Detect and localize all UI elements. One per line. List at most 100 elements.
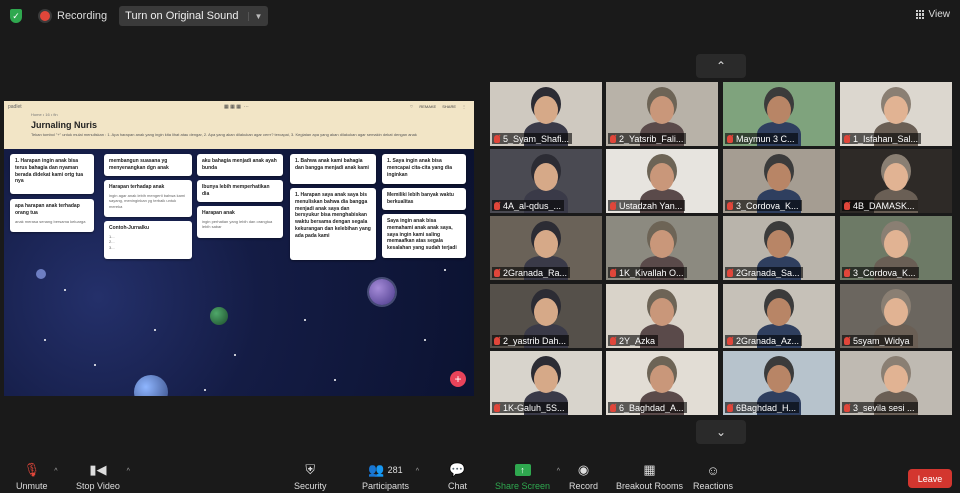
participant-name: Ustadzah Yan... bbox=[608, 200, 686, 211]
padlet-card[interactable]: Saya ingin anak bisa memahami anak anak … bbox=[382, 214, 466, 258]
video-tile[interactable]: 5syam_Widya bbox=[840, 284, 952, 348]
avatar bbox=[767, 230, 791, 258]
padlet-card[interactable]: membangun suasana yg menyenangkan dgn an… bbox=[104, 154, 192, 176]
avatar bbox=[884, 298, 908, 326]
record-button[interactable]: ◉ Record bbox=[569, 462, 598, 491]
unmute-label: Unmute bbox=[16, 481, 48, 491]
unmute-button[interactable]: 🎙 Unmute ^ bbox=[16, 462, 58, 491]
video-tile[interactable]: 5_Syam_Shafi... bbox=[490, 82, 602, 146]
planet-icon bbox=[36, 269, 46, 279]
avatar bbox=[884, 230, 908, 258]
breakout-rooms-button[interactable]: ▦ Breakout Rooms bbox=[616, 462, 683, 491]
breakout-rooms-icon: ▦ bbox=[643, 462, 656, 477]
shield-icon[interactable]: ✓ bbox=[10, 9, 22, 23]
video-tile[interactable]: 3_Cordova_K... bbox=[723, 149, 835, 213]
share-button[interactable]: SHARE bbox=[442, 104, 456, 109]
padlet-card[interactable]: 1. Bahwa anak kami bahagia dan bangga me… bbox=[290, 154, 376, 184]
chevron-down-icon: ⌄ bbox=[715, 425, 727, 439]
padlet-card[interactable]: Memiliki lebih banyak waktu berkualitas bbox=[382, 188, 466, 210]
participant-name: 4A_al-qdus_... bbox=[492, 200, 565, 211]
chevron-up-icon[interactable]: ^ bbox=[54, 468, 57, 475]
more-icon[interactable]: ⋮ bbox=[462, 104, 466, 109]
video-tile[interactable]: 2Granada_Ra... bbox=[490, 216, 602, 280]
participant-name: Maymun 3 C... bbox=[725, 133, 798, 144]
padlet-card[interactable]: 1. Harapan ingin anak bisa terus bahagia… bbox=[10, 154, 94, 194]
avatar bbox=[884, 96, 908, 124]
padlet-card[interactable]: Harapan anak ingin perhatian yang lebih … bbox=[197, 206, 283, 238]
video-tile[interactable]: 2Y_Azka bbox=[606, 284, 718, 348]
leave-button[interactable]: Leave bbox=[908, 469, 952, 488]
recording-label: Recording bbox=[57, 10, 108, 22]
chevron-up-icon[interactable]: ^ bbox=[127, 468, 130, 475]
padlet-card[interactable]: 1. Harapan saya anak saya bis menuliskan… bbox=[290, 188, 376, 260]
reactions-icon: ☺ bbox=[706, 462, 720, 478]
participant-name: 5_Syam_Shafi... bbox=[492, 133, 573, 144]
video-tile[interactable]: 1K_Kivallah O... bbox=[606, 216, 718, 280]
padlet-card[interactable]: apa harapan anak terhadap orang tua anak… bbox=[10, 199, 94, 232]
padlet-card[interactable]: Contoh-Jurnalku 1... 2... 3... bbox=[104, 221, 192, 259]
gallery-up-button[interactable]: ⌃ bbox=[696, 54, 746, 78]
board-actions[interactable]: ♡ REMAKE SHARE ⋮ bbox=[410, 104, 466, 109]
mic-muted-icon bbox=[610, 134, 616, 143]
video-tile[interactable]: 4B_DAMASK... bbox=[840, 149, 952, 213]
avatar bbox=[767, 298, 791, 326]
mic-muted-icon bbox=[844, 336, 850, 345]
participants-label: Participants bbox=[362, 481, 410, 491]
board-tools[interactable]: ▦ ▦ ▦ ⋯ bbox=[224, 104, 249, 110]
chevron-down-icon[interactable]: ▼ bbox=[248, 11, 262, 21]
top-bar: ✓ Recording Turn on Original Sound ▼ Vie… bbox=[0, 0, 960, 32]
mic-muted-icon bbox=[610, 403, 616, 412]
video-tile[interactable]: 2Granada_Sa... bbox=[723, 216, 835, 280]
security-button[interactable]: ⛨ Security bbox=[294, 462, 327, 491]
add-post-button[interactable]: + bbox=[450, 371, 466, 387]
shared-screen[interactable]: padlet Home • 16 • fin Jurnaling Nuris T… bbox=[4, 101, 474, 396]
video-tile[interactable]: Ustadzah Yan... bbox=[606, 149, 718, 213]
mic-muted-icon bbox=[494, 336, 500, 345]
heart-icon[interactable]: ♡ bbox=[410, 104, 414, 109]
video-tile[interactable]: 1K-Galuh_5S... bbox=[490, 351, 602, 415]
participant-name: 3_Cordova_K... bbox=[842, 267, 919, 278]
video-tile[interactable]: 4A_al-qdus_... bbox=[490, 149, 602, 213]
planet-icon bbox=[210, 307, 228, 325]
padlet-card[interactable]: 1. Saya ingin anak bisa mencapai cita-ci… bbox=[382, 154, 466, 184]
reactions-button[interactable]: ☺ Reactions bbox=[693, 462, 734, 492]
video-tile[interactable]: 2_yastrib Dah... bbox=[490, 284, 602, 348]
recording-icon bbox=[38, 9, 52, 23]
view-button[interactable]: View bbox=[915, 9, 950, 20]
padlet-card[interactable]: aku bahagia menjadi anak ayah bunda bbox=[197, 154, 283, 176]
original-sound-button[interactable]: Turn on Original Sound ▼ bbox=[119, 6, 269, 26]
video-tile[interactable]: 6_Baghdad_A... bbox=[606, 351, 718, 415]
video-tile[interactable]: 3_sevila sesi ... bbox=[840, 351, 952, 415]
padlet-card[interactable]: Harapan terhadap anak ingin agar anak le… bbox=[104, 180, 192, 217]
avatar bbox=[534, 365, 558, 393]
stop-video-label: Stop Video bbox=[76, 481, 120, 491]
gallery-down-button[interactable]: ⌄ bbox=[696, 420, 746, 444]
mic-muted-icon bbox=[610, 268, 616, 277]
video-tile[interactable]: 2_Yatsrib_Fali... bbox=[606, 82, 718, 146]
mic-muted-icon bbox=[727, 336, 733, 345]
participant-name: 5syam_Widya bbox=[842, 335, 913, 346]
reactions-label: Reactions bbox=[693, 481, 734, 491]
shield-icon: ⛨ bbox=[305, 462, 316, 477]
share-screen-button[interactable]: ↑ Share Screen ^ bbox=[495, 462, 560, 491]
participant-name: 4B_DAMASK... bbox=[842, 200, 918, 211]
video-tile[interactable]: 1_Isfahan_Sal... bbox=[840, 82, 952, 146]
chat-icon: 💬 bbox=[449, 462, 466, 477]
video-tile[interactable]: 3_Cordova_K... bbox=[840, 216, 952, 280]
video-tile[interactable]: 2Granada_Az... bbox=[723, 284, 835, 348]
padlet-card[interactable]: Ibunya lebih memperhatikan dia bbox=[197, 180, 283, 202]
chevron-up-icon[interactable]: ^ bbox=[416, 468, 419, 475]
meeting-toolbar: 🎙 Unmute ^ ▮◀ Stop Video ^ ⛨ Security 👥 … bbox=[0, 458, 960, 493]
participants-icon: 👥 281 bbox=[368, 462, 403, 477]
remake-button[interactable]: REMAKE bbox=[419, 104, 436, 109]
participant-name: 3_Cordova_K... bbox=[725, 200, 802, 211]
chevron-up-icon[interactable]: ^ bbox=[557, 468, 560, 475]
mic-muted-icon bbox=[610, 336, 616, 345]
chat-button[interactable]: 💬 Chat bbox=[448, 462, 467, 491]
stop-video-button[interactable]: ▮◀ Stop Video ^ bbox=[76, 462, 130, 491]
video-tile[interactable]: Maymun 3 C... bbox=[723, 82, 835, 146]
participants-button[interactable]: 👥 281 Participants ^ bbox=[362, 462, 419, 491]
mic-muted-icon bbox=[727, 268, 733, 277]
mic-muted-icon bbox=[494, 268, 500, 277]
video-tile[interactable]: 6Baghdad_H... bbox=[723, 351, 835, 415]
